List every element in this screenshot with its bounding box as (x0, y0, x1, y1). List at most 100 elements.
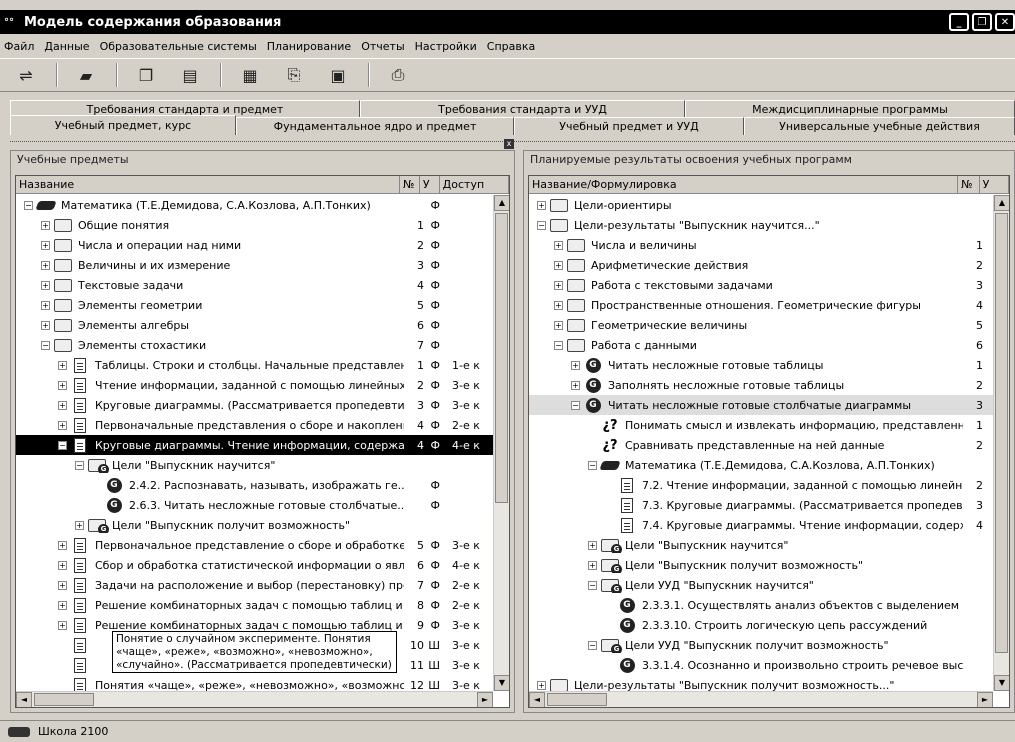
tree-row[interactable]: + Чтение информации, заданной с помощью л… (16, 375, 493, 395)
expand-icon[interactable]: + (75, 520, 84, 530)
scroll-up-arrow-icon[interactable]: ▲ (494, 195, 509, 211)
hscroll-thumb[interactable] (547, 693, 607, 706)
tree-row[interactable]: + G Цели "Выпускник получит возможность" (529, 555, 993, 575)
tree-row[interactable]: + Пространственные отношения. Геометричес… (529, 295, 993, 315)
minimize-button[interactable]: _ (949, 13, 969, 31)
expand-icon[interactable]: + (58, 540, 67, 550)
tree-row[interactable]: + G Цели "Выпускник получит возможность" (16, 515, 493, 535)
column-header[interactable]: У (980, 176, 1009, 193)
tree-row[interactable]: + Решение комбинаторных задач с помощью т… (16, 595, 493, 615)
tree-row[interactable]: + Первоначальное представление о сборе и … (16, 535, 493, 555)
tree-row[interactable]: − Цели-результаты "Выпускник научится..." (529, 215, 993, 235)
tree-row[interactable]: − Работа с данными 6 (529, 335, 993, 355)
tree-row[interactable]: + G Заполнять несложные готовые таблицы 2 (529, 375, 993, 395)
print-icon[interactable]: ⎙ (384, 62, 412, 88)
tree-row[interactable]: + Текстовые задачи 4 Ф (16, 275, 493, 295)
tab[interactable]: Фундаментальное ядро и предмет (236, 117, 514, 135)
column-header[interactable]: № (400, 176, 420, 193)
tree-row[interactable]: ¿? Сравнивать представленные на ней данны… (529, 435, 993, 455)
tab[interactable]: Междисциплинарные программы (685, 100, 1015, 117)
expand-icon[interactable]: + (41, 300, 50, 310)
scroll-down-arrow-icon[interactable]: ▼ (994, 675, 1009, 691)
tree-row[interactable]: − Математика (Т.Е.Демидова, С.А.Козлова, … (16, 195, 493, 215)
expand-icon[interactable]: + (58, 600, 67, 610)
tree-row[interactable]: + Работа с текстовыми задачами 3 (529, 275, 993, 295)
scroll-right-arrow-icon[interactable]: ► (477, 692, 493, 707)
collapse-icon[interactable]: − (588, 580, 597, 590)
expand-icon[interactable]: + (588, 560, 597, 570)
tab[interactable]: Требования стандарта и УУД (360, 100, 685, 117)
tree-row[interactable]: 7.4. Круговые диаграммы. Чтение информац… (529, 515, 993, 535)
table-icon[interactable]: ▤ (176, 62, 204, 88)
scroll-up-arrow-icon[interactable]: ▲ (994, 195, 1009, 211)
menu-item[interactable]: Планирование (267, 40, 351, 53)
expand-icon[interactable]: + (58, 620, 67, 630)
column-header[interactable]: № (958, 176, 980, 193)
column-header[interactable]: Доступ (440, 176, 509, 193)
expand-icon[interactable]: + (554, 300, 563, 310)
tree-row[interactable]: G 2.3.3.1. Осуществлять анализ объектов с… (529, 595, 993, 615)
collapse-icon[interactable]: − (41, 340, 50, 350)
scroll-left-arrow-icon[interactable]: ◄ (16, 692, 32, 707)
expand-icon[interactable]: + (41, 240, 50, 250)
tree-row[interactable]: + Таблицы. Строки и столбцы. Начальные пр… (16, 355, 493, 375)
tree-row[interactable]: + Арифметические действия 2 (529, 255, 993, 275)
tree-row[interactable]: + Задачи на расположение и выбор (переста… (16, 575, 493, 595)
tab[interactable]: Учебный предмет и УУД (514, 117, 744, 135)
collapse-icon[interactable]: − (588, 640, 597, 650)
tree-row[interactable]: − Математика (Т.Е.Демидова, С.А.Козлова, … (529, 455, 993, 475)
subjects-tree[interactable]: Название № У Доступ − Математика (Т.Е.Демидо… (15, 175, 510, 708)
doc-icon[interactable]: ▣ (324, 62, 352, 88)
tree-row[interactable]: G 2.6.3. Читать несложные готовые столбча… (16, 495, 493, 515)
tree-row[interactable]: + Сбор и обработка статистической информа… (16, 555, 493, 575)
menu-item[interactable]: Файл (4, 40, 34, 53)
collapse-icon[interactable]: − (554, 340, 563, 350)
expand-icon[interactable]: + (58, 400, 67, 410)
tree-row[interactable]: G 3.3.1.4. Осознанно и произвольно строит… (529, 655, 993, 675)
hscroll-thumb[interactable] (34, 693, 94, 706)
expand-icon[interactable]: + (537, 680, 546, 690)
copy-icon[interactable]: ❐ (132, 62, 160, 88)
tree-row[interactable]: + Цели-ориентиры (529, 195, 993, 215)
tree-row[interactable]: + G Читать несложные готовые таблицы 1 (529, 355, 993, 375)
collapse-icon[interactable]: − (588, 460, 597, 470)
results-tree[interactable]: Название/Формулировка № У + Цели-ориентиры −… (528, 175, 1010, 708)
export-icon[interactable]: ⎘ (280, 62, 308, 88)
expand-icon[interactable]: + (41, 220, 50, 230)
scroll-right-arrow-icon[interactable]: ► (977, 692, 993, 707)
tree-row[interactable]: Понятия «чаще», «реже», «невозможно», «в… (16, 675, 493, 691)
tree-row[interactable]: − G Цели УУД "Выпускник получит возможност… (529, 635, 993, 655)
tree-row[interactable]: 7.3. Круговые диаграммы. (Рассматриваетс… (529, 495, 993, 515)
column-header[interactable]: Название (16, 176, 401, 193)
expand-icon[interactable]: + (537, 200, 546, 210)
tree-row[interactable]: + Общие понятия 1 Ф (16, 215, 493, 235)
expand-icon[interactable]: + (571, 380, 580, 390)
tree-row[interactable]: G 2.3.3.10. Строить логическую цепь рассу… (529, 615, 993, 635)
tree-row[interactable]: + Элементы геометрии 5 Ф (16, 295, 493, 315)
collapse-icon[interactable]: − (571, 400, 580, 410)
expand-icon[interactable]: + (588, 540, 597, 550)
menu-item[interactable]: Образовательные системы (100, 40, 257, 53)
expand-icon[interactable]: + (58, 380, 67, 390)
expand-icon[interactable]: + (58, 360, 67, 370)
tree-row[interactable]: − Элементы стохастики 7 Ф (16, 335, 493, 355)
scroll-left-arrow-icon[interactable]: ◄ (529, 692, 545, 707)
scroll-thumb[interactable] (995, 213, 1008, 653)
tree-row[interactable]: − Круговые диаграммы. Чтение информации, … (16, 435, 493, 455)
results-vscroll[interactable]: ▲ ▼ (993, 195, 1009, 691)
tree-row[interactable]: − G Цели "Выпускник научится" (16, 455, 493, 475)
tree-row[interactable]: ¿? Понимать смысл и извлекать информацию,… (529, 415, 993, 435)
expand-icon[interactable]: + (58, 560, 67, 570)
tree-row[interactable]: − G Цели УУД "Выпускник научится" (529, 575, 993, 595)
tree-row[interactable]: + Первоначальные представления о сборе и … (16, 415, 493, 435)
expand-icon[interactable]: + (41, 320, 50, 330)
restore-button[interactable]: ❐ (972, 13, 992, 31)
tab[interactable]: Учебный предмет, курс (10, 115, 236, 135)
tab[interactable]: Универсальные учебные действия (744, 117, 1015, 135)
tree-row[interactable]: + Числа и величины 1 (529, 235, 993, 255)
menu-item[interactable]: Справка (487, 40, 535, 53)
close-button[interactable]: ✕ (995, 13, 1015, 31)
results-hscroll[interactable]: ◄ ► (529, 691, 993, 707)
collapse-icon[interactable]: − (75, 460, 84, 470)
menu-item[interactable]: Настройки (415, 40, 477, 53)
